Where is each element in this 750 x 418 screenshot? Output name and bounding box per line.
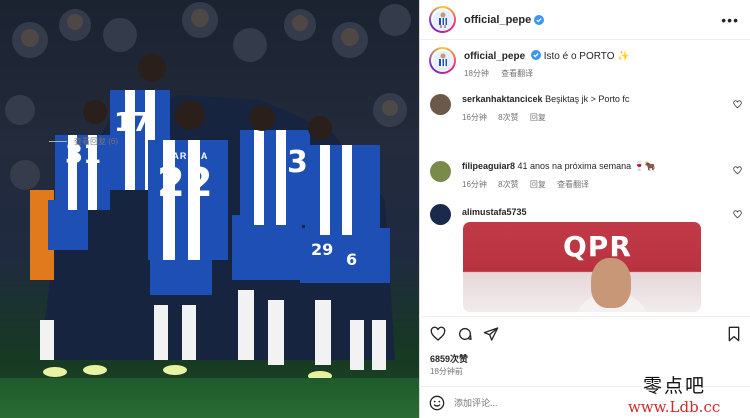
- comment-username[interactable]: alimustafa5735: [462, 207, 527, 217]
- heart-icon[interactable]: [733, 166, 742, 175]
- verified-badge-icon: [534, 14, 545, 25]
- header-username[interactable]: official_pepe: [464, 14, 531, 26]
- avatar[interactable]: [430, 204, 451, 225]
- comment-text: Beşiktaş jk > Porto fc: [545, 94, 630, 104]
- reply-button[interactable]: 回复: [530, 113, 546, 122]
- see-translation-link[interactable]: 查看翻译: [557, 180, 589, 189]
- divider: [49, 141, 67, 142]
- comment-text: 41 anos na próxima semana 🍷🐂: [517, 161, 657, 171]
- like-count[interactable]: 6859次赞: [430, 352, 468, 365]
- more-options-icon[interactable]: •••: [721, 12, 739, 28]
- heart-icon[interactable]: [733, 100, 742, 109]
- heart-icon[interactable]: [733, 210, 742, 219]
- comment-like-count[interactable]: 8次赞: [498, 113, 518, 122]
- action-bar: [419, 316, 750, 350]
- post-photo[interactable]: 17 31 VARELA 22 3 29 6: [0, 0, 419, 418]
- comment-like-count[interactable]: 8次赞: [498, 180, 518, 189]
- verified-badge-icon: [530, 50, 541, 60]
- player-number: 6: [346, 250, 358, 269]
- comment: filipeaguiar8 41 anos na próxima semana …: [430, 161, 745, 190]
- avatar[interactable]: [430, 94, 451, 115]
- gif-sign-text: QPR: [563, 230, 632, 263]
- emoji-icon[interactable]: [429, 395, 445, 411]
- comment-input[interactable]: [454, 397, 614, 408]
- watermark-text: 零点吧: [643, 375, 707, 397]
- bookmark-icon[interactable]: [726, 326, 742, 342]
- player-number: 29: [311, 240, 334, 259]
- caption-timestamp: 18分钟: [464, 69, 489, 78]
- post-caption: official_pepe Isto é o PORTO ✨ 18分钟 查看翻译: [429, 47, 744, 79]
- view-replies-label: 查看回复 (6): [74, 137, 118, 146]
- celebration-scene: [5, 2, 411, 381]
- player-avatar-icon: [438, 12, 447, 28]
- caption-text: Isto é o PORTO ✨: [543, 51, 630, 62]
- like-heart-icon[interactable]: [430, 326, 446, 342]
- comment-username[interactable]: filipeaguiar8: [462, 161, 515, 171]
- post-header: official_pepe •••: [420, 0, 750, 40]
- player-number: 3: [287, 145, 308, 180]
- reply-button[interactable]: 回复: [530, 180, 546, 189]
- pitch: [0, 378, 419, 418]
- share-paper-plane-icon[interactable]: [483, 326, 499, 342]
- player-number: 17: [114, 108, 151, 138]
- see-translation-link[interactable]: 查看翻译: [501, 69, 533, 78]
- comment-timestamp: 16分钟: [462, 112, 487, 122]
- avatar[interactable]: [429, 6, 456, 33]
- watermark-url: www.Ldb.cc: [628, 398, 721, 416]
- player-number: 22: [157, 160, 213, 206]
- comment-username[interactable]: serkanhaktancicek: [462, 94, 543, 104]
- comment-gif[interactable]: QPR: [463, 222, 701, 312]
- avatar[interactable]: [429, 47, 456, 74]
- gif-face: [591, 258, 631, 308]
- caption-username[interactable]: official_pepe: [464, 51, 525, 62]
- player-avatar-icon: [438, 53, 447, 66]
- comment-bubble-icon[interactable]: [457, 326, 473, 342]
- post-timestamp: 18分钟前: [430, 367, 463, 376]
- comment-timestamp: 16分钟: [462, 179, 487, 189]
- avatar[interactable]: [430, 161, 451, 182]
- comment: serkanhaktancicek Beşiktaş jk > Porto fc…: [430, 94, 745, 123]
- view-replies-link[interactable]: 查看回复 (6): [49, 136, 118, 147]
